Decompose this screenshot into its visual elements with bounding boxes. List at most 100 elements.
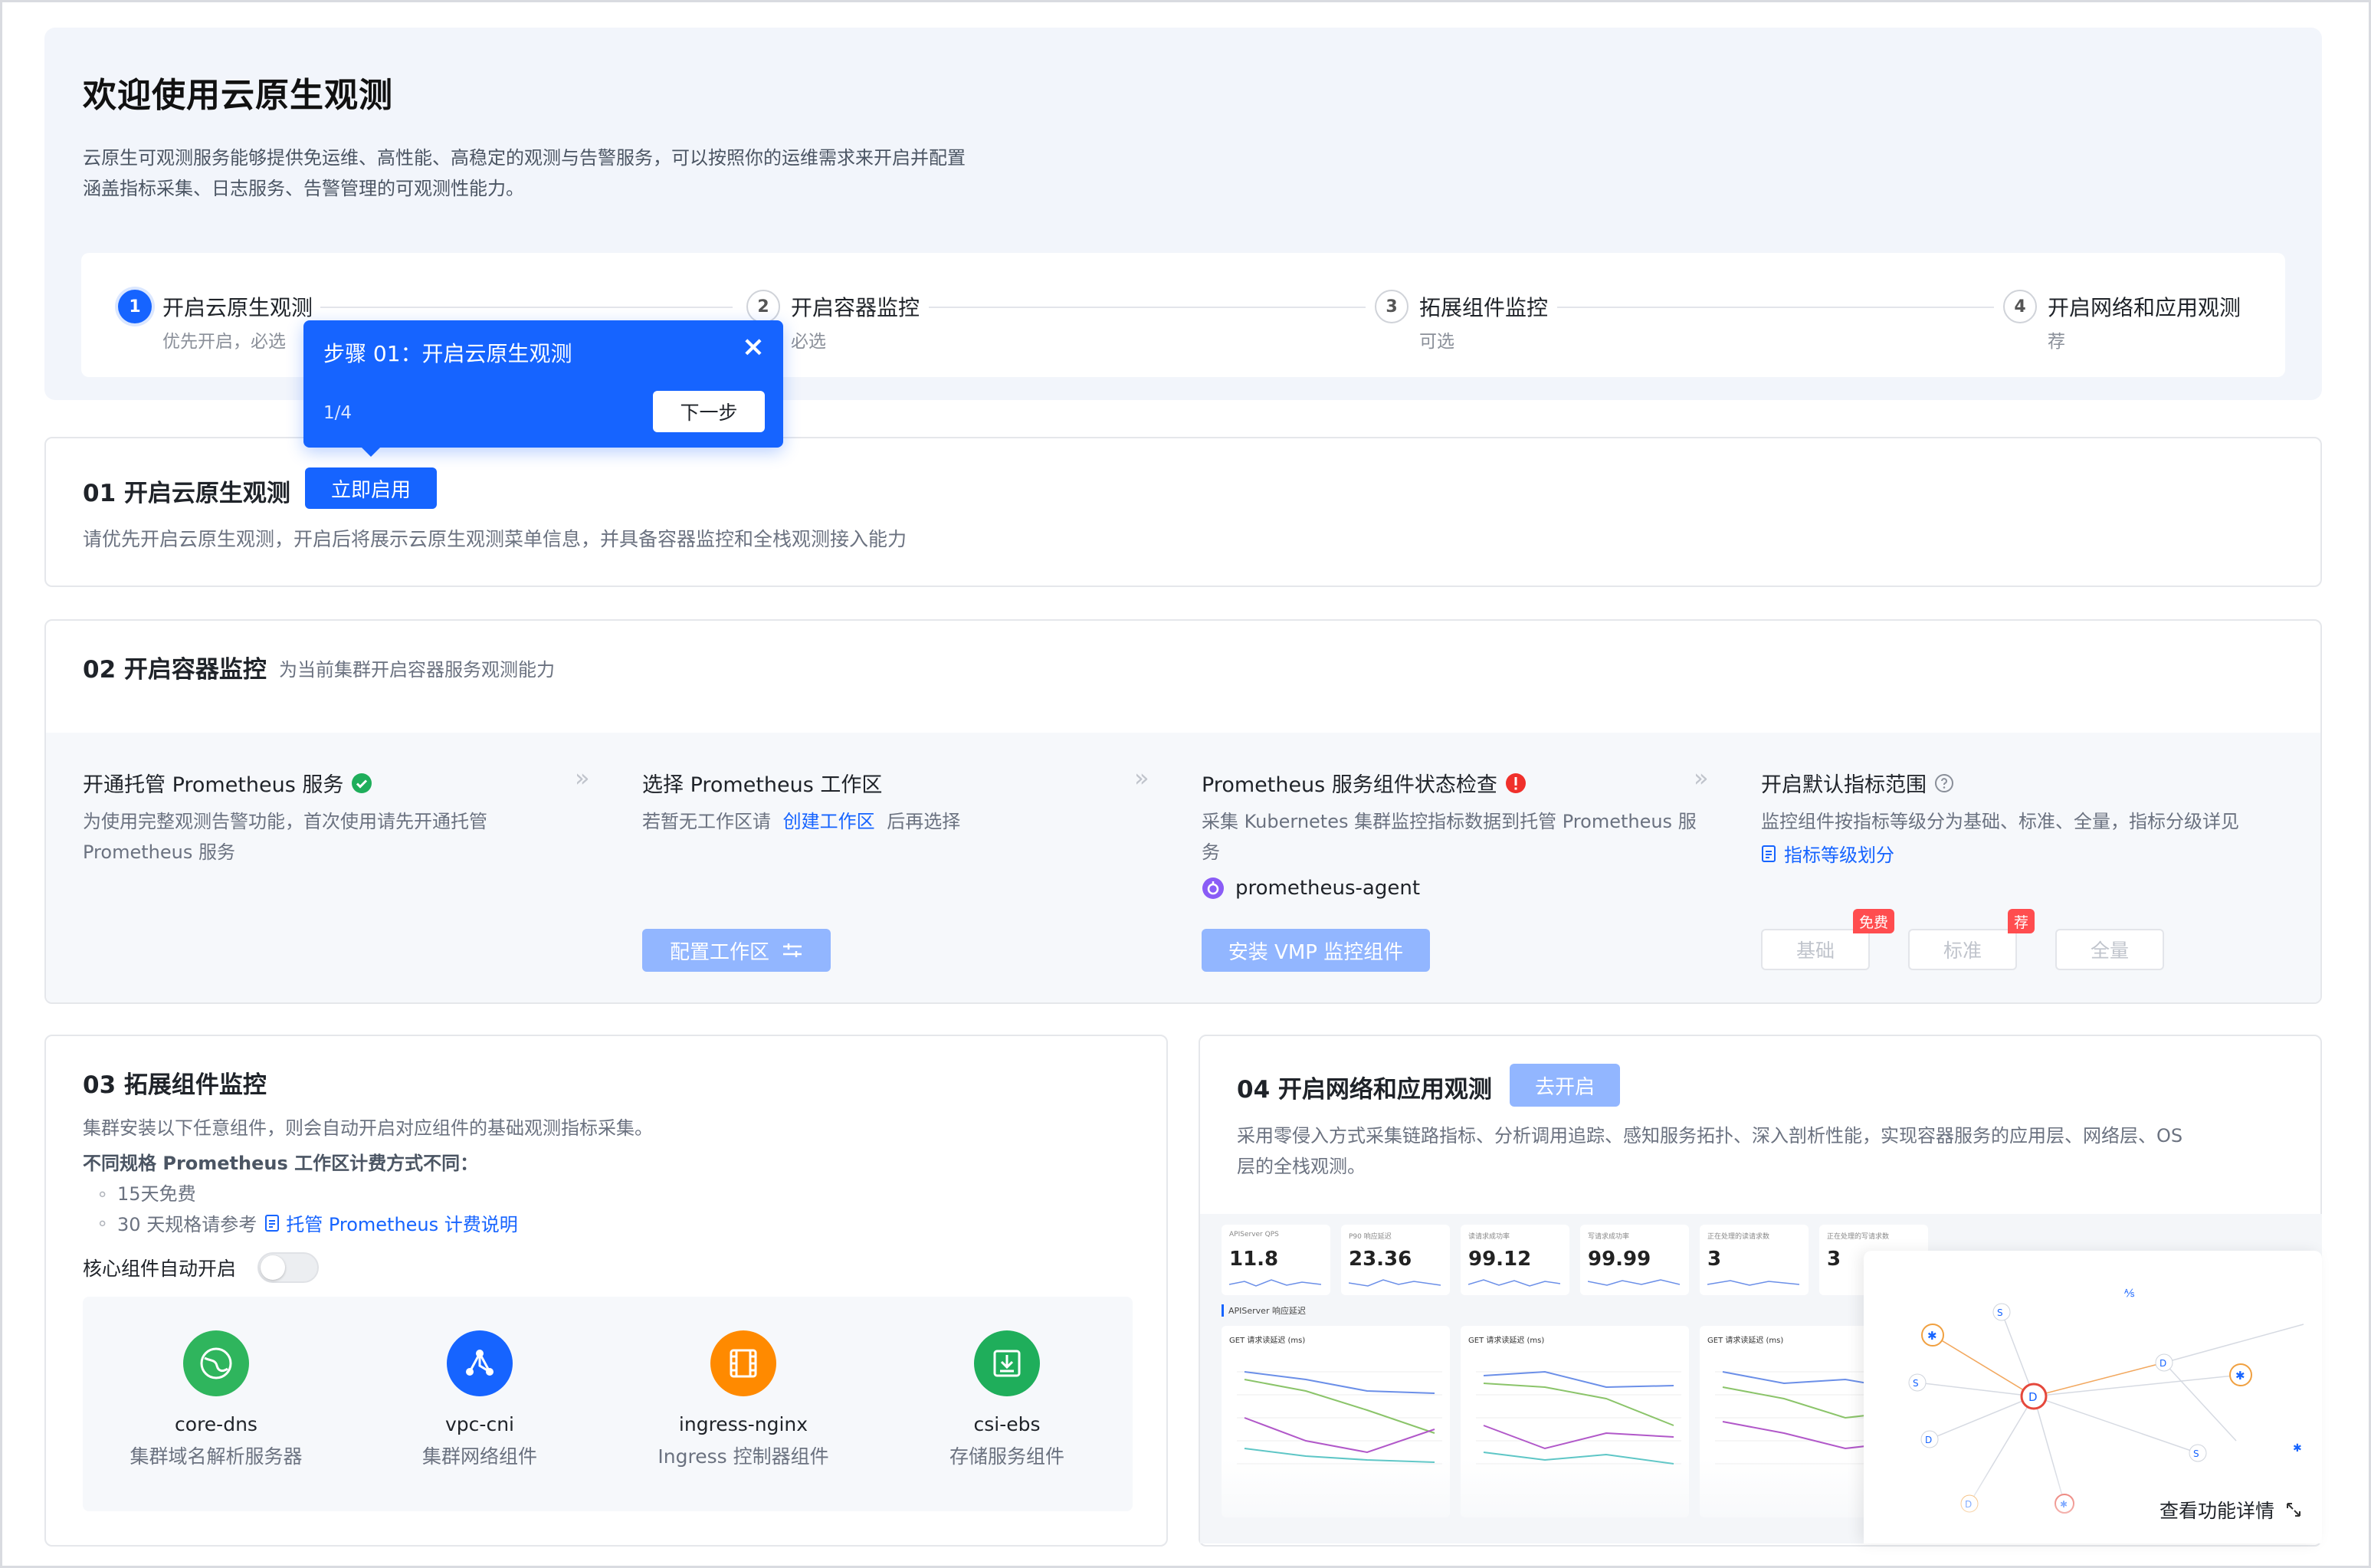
col-prometheus-service-desc: 为使用完整观测告警功能，首次使用请先开通托管 Prometheus 服务 bbox=[83, 806, 558, 868]
svg-text:D: D bbox=[2159, 1358, 2166, 1369]
section-addon-monitoring: 03 拓展组件监控 集群安装以下任意组件，则会自动开启对应组件的基础观测指标采集… bbox=[44, 1035, 1168, 1547]
kpi-card: P90 响应延迟 23.36 bbox=[1341, 1225, 1450, 1295]
desc-text: 后再选择 bbox=[887, 811, 961, 832]
kpi-value: 99.99 bbox=[1588, 1248, 1651, 1271]
go-enable-button[interactable]: 去开启 bbox=[1510, 1064, 1620, 1107]
enable-now-button[interactable]: 立即启用 bbox=[305, 467, 437, 509]
col-prometheus-service-title: 开通托管 Prometheus 服务 bbox=[83, 768, 372, 798]
chart-section-label: APIServer 响应延迟 bbox=[1222, 1304, 1306, 1317]
plugin-desc: 存储服务组件 bbox=[949, 1445, 1064, 1468]
step-1-number[interactable]: 1 bbox=[118, 290, 152, 323]
desc-line: 务 bbox=[1202, 841, 1220, 863]
prometheus-agent-item: prometheus-agent bbox=[1202, 877, 1420, 900]
col-status-check-desc: 采集 Kubernetes 集群监控指标数据到托管 Prometheus 服 务 bbox=[1202, 806, 1738, 868]
desc-line: 层的全栈观测。 bbox=[1237, 1156, 1366, 1177]
storage-download-icon bbox=[974, 1330, 1040, 1396]
svg-text:✱: ✱ bbox=[2293, 1442, 2302, 1455]
billing-bullet-1-text: 15天免费 bbox=[117, 1183, 196, 1205]
plugin-vpc-cni[interactable]: vpc-cni 集群网络组件 bbox=[365, 1330, 595, 1469]
plugin-ingress-nginx[interactable]: ingress-nginx Ingress 控制器组件 bbox=[628, 1330, 858, 1469]
install-vmp-button[interactable]: 安装 VMP 监控组件 bbox=[1202, 929, 1430, 972]
create-workspace-link[interactable]: 创建工作区 bbox=[783, 811, 875, 832]
col-metric-scope-label: 开启默认指标范围 bbox=[1761, 773, 1927, 797]
expand-icon bbox=[2285, 1501, 2302, 1518]
step-2-title[interactable]: 开启容器监控 bbox=[791, 291, 920, 322]
plugin-desc: 集群域名解析服务器 bbox=[130, 1445, 303, 1468]
step-3-sub: 可选 bbox=[1419, 332, 1454, 352]
section-container-monitoring: 02 开启容器监控 为当前集群开启容器服务观测能力 开通托管 Prometheu… bbox=[44, 619, 2322, 1004]
topology-preview: S ✱ S D D ✱ D S D ✱ ⅍ ✱ 查看功能详情 bbox=[1864, 1251, 2322, 1543]
metric-level-link-label: 指标等级划分 bbox=[1784, 845, 1894, 866]
desc-line: Prometheus 服务 bbox=[83, 841, 235, 863]
plugin-desc: Ingress 控制器组件 bbox=[658, 1445, 829, 1468]
metric-level-link[interactable]: 指标等级划分 bbox=[1761, 840, 1894, 867]
step-1-title[interactable]: 开启云原生观测 bbox=[162, 291, 313, 322]
col-prometheus-service-label: 开通托管 Prometheus 服务 bbox=[83, 773, 344, 797]
step-3-title[interactable]: 拓展组件监控 bbox=[1419, 291, 1548, 322]
recommend-badge: 荐 bbox=[2008, 909, 2035, 933]
page-description-line: 云原生可观测服务能够提供免运维、高性能、高稳定的观测与告警服务，可以按照你的运维… bbox=[83, 147, 966, 169]
section-2-title: 02 开启容器监控 bbox=[83, 656, 267, 684]
level-basic-option[interactable]: 基础 bbox=[1761, 929, 1870, 970]
svg-text:D: D bbox=[1925, 1435, 1932, 1445]
view-details-link[interactable]: 查看功能详情 bbox=[2159, 1496, 2302, 1524]
free-badge: 免费 bbox=[1853, 909, 1895, 933]
step-connector bbox=[320, 307, 733, 308]
step-2-number[interactable]: 2 bbox=[746, 290, 780, 323]
col-status-check-title: Prometheus 服务组件状态检查 bbox=[1202, 768, 1527, 798]
help-circle-icon bbox=[1934, 773, 1954, 793]
step-4-title[interactable]: 开启网络和应用观测 bbox=[2048, 291, 2241, 322]
billing-bullet-2: ∘ 30 天规格请参考 托管 Prometheus 计费说明 bbox=[97, 1209, 518, 1236]
network-icon bbox=[447, 1330, 513, 1396]
step-2-sub: 必选 bbox=[791, 332, 826, 352]
step-1-sub: 优先开启，必选 bbox=[162, 332, 286, 352]
error-alert-icon bbox=[1505, 773, 1527, 794]
check-circle-icon bbox=[351, 773, 372, 794]
kpi-label: P90 响应延迟 bbox=[1349, 1233, 1392, 1241]
plugin-name: ingress-nginx bbox=[678, 1413, 808, 1435]
billing-bullet-2-text: 30 天规格请参考 bbox=[117, 1214, 257, 1235]
plugin-csi-ebs[interactable]: csi-ebs 存储服务组件 bbox=[892, 1330, 1122, 1469]
page-description-line: 涵盖指标采集、日志服务、告警管理的可观测性能力。 bbox=[83, 178, 524, 199]
col-workspace-title: 选择 Prometheus 工作区 bbox=[642, 768, 882, 798]
double-chevron-right-icon: » bbox=[1694, 763, 1709, 792]
guide-popover: 步骤 01：开启云原生观测 × 1/4 下一步 bbox=[303, 320, 783, 457]
level-full-option[interactable]: 全量 bbox=[2055, 929, 2164, 970]
prometheus-agent-label: prometheus-agent bbox=[1235, 877, 1421, 900]
svg-text:✱: ✱ bbox=[1927, 1329, 1937, 1343]
plugin-core-dns[interactable]: core-dns 集群域名解析服务器 bbox=[101, 1330, 331, 1469]
auto-enable-toggle[interactable] bbox=[257, 1252, 319, 1283]
guide-progress: 1/4 bbox=[323, 403, 353, 423]
page-description: 云原生可观测服务能够提供免运维、高性能、高稳定的观测与告警服务，可以按照你的运维… bbox=[83, 143, 1156, 204]
kpi-label: 读请求成功率 bbox=[1468, 1233, 1510, 1241]
next-step-button[interactable]: 下一步 bbox=[653, 391, 765, 432]
billing-doc-link[interactable]: 托管 Prometheus 计费说明 bbox=[286, 1209, 518, 1236]
billing-bullet-1: ∘ 15天免费 bbox=[97, 1183, 196, 1205]
section-1-title: 01 开启云原生观测 bbox=[83, 480, 290, 507]
close-icon[interactable]: × bbox=[742, 331, 765, 362]
desc-line: 为使用完整观测告警功能，首次使用请先开通托管 bbox=[83, 811, 487, 832]
kpi-card: 写请求成功率 99.99 bbox=[1580, 1225, 1689, 1295]
step-3-number[interactable]: 3 bbox=[1375, 290, 1408, 323]
plugin-name: csi-ebs bbox=[973, 1413, 1041, 1435]
toggle-knob bbox=[261, 1255, 285, 1280]
step-connector bbox=[929, 307, 1366, 308]
level-standard-option[interactable]: 标准 bbox=[1908, 929, 2017, 970]
configure-workspace-button[interactable]: 配置工作区 bbox=[642, 929, 831, 972]
step-4-sub: 荐 bbox=[2048, 332, 2065, 352]
configure-workspace-label: 配置工作区 bbox=[669, 940, 769, 964]
globe-icon bbox=[183, 1330, 249, 1396]
section-1-desc: 请优先开启云原生观测，开启后将展示云原生观测菜单信息，并具备容器监控和全栈观测接… bbox=[83, 528, 907, 550]
kpi-label: 正在处理的写请求数 bbox=[1827, 1233, 1890, 1241]
kpi-card: APIServer QPS 11.8 bbox=[1222, 1225, 1330, 1295]
step-connector bbox=[1557, 307, 1994, 308]
plugin-name: vpc-cni bbox=[445, 1413, 514, 1435]
auto-enable-label: 核心组件自动开启 bbox=[83, 1258, 237, 1280]
desc-line: 采用零侵入方式采集链路指标、分析调用追踪、感知服务拓扑、深入剖析性能，实现容器服… bbox=[1237, 1125, 2183, 1146]
double-chevron-right-icon: » bbox=[1134, 763, 1149, 792]
kpi-label: APIServer QPS bbox=[1229, 1231, 1279, 1238]
container-steps-area: 开通托管 Prometheus 服务 为使用完整观测告警功能，首次使用请先开通托… bbox=[46, 733, 2320, 1002]
step-4-number[interactable]: 4 bbox=[2003, 290, 2037, 323]
view-details-label: 查看功能详情 bbox=[2159, 1500, 2274, 1522]
col-metric-scope-title: 开启默认指标范围 bbox=[1761, 768, 1954, 798]
